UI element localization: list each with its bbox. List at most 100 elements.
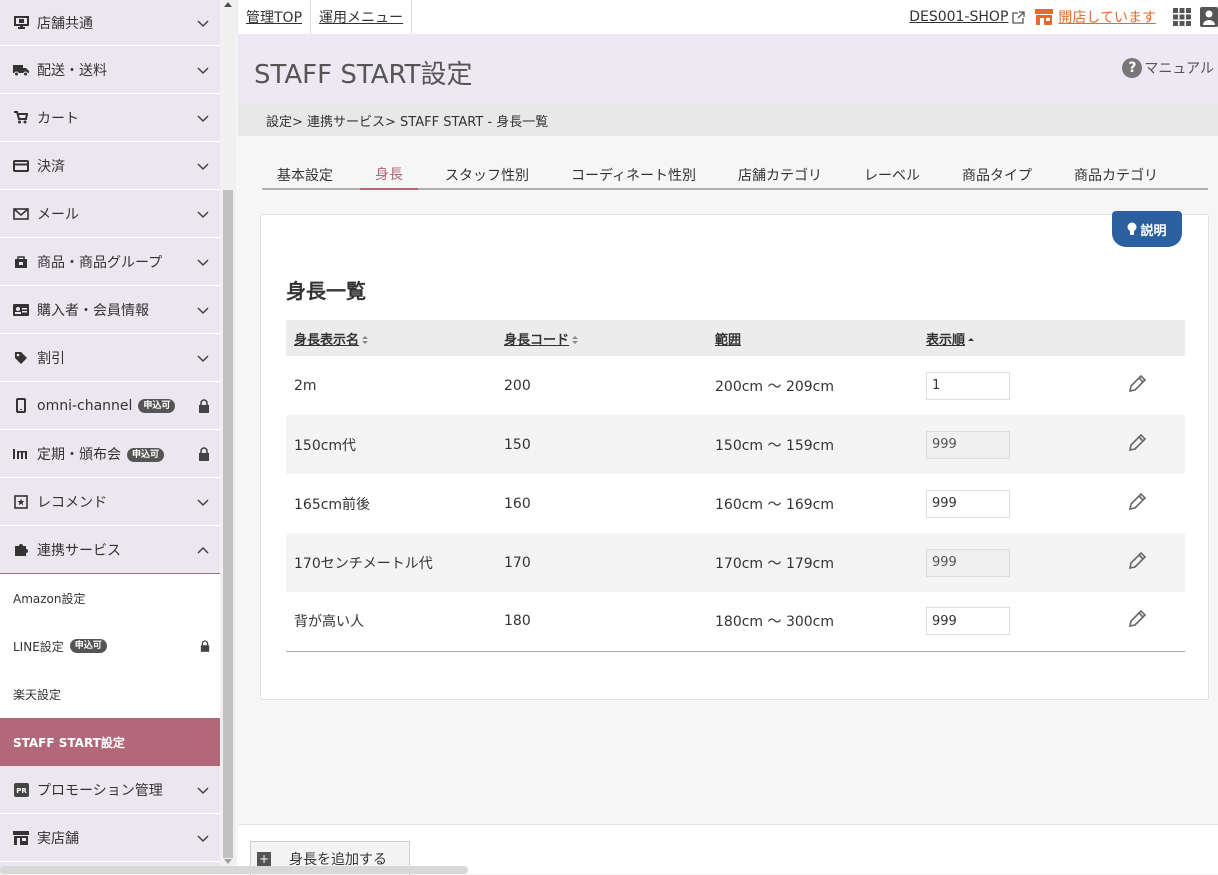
page-header: STAFF START設定 ? マニュアル	[238, 34, 1218, 104]
help-question-icon: ?	[1122, 58, 1143, 78]
table-row: 165cm前後 160 160cm 〜 169cm	[286, 474, 1185, 533]
sidebar-subitem-line[interactable]: LINE設定 申込可	[0, 622, 220, 670]
cell-range: 160cm 〜 169cm	[715, 496, 835, 513]
order-input[interactable]	[926, 489, 1010, 518]
sidebar-item-cart[interactable]: カート	[0, 94, 220, 142]
sidebar-item-recommend[interactable]: レコメンド	[0, 478, 220, 526]
sidebar-item-label: メール	[37, 206, 79, 223]
tab-product-category[interactable]: 商品カテゴリ	[1059, 160, 1173, 190]
id-card-icon	[12, 302, 30, 318]
chevron-down-icon	[197, 354, 209, 362]
edit-pencil-icon[interactable]	[1126, 491, 1148, 513]
sidebar-subitem-rakuten[interactable]: 楽天設定	[0, 670, 220, 718]
scroll-down-arrow[interactable]	[224, 859, 232, 864]
chevron-down-icon	[197, 786, 209, 794]
monitor-icon	[12, 15, 30, 31]
cell-code: 170	[496, 533, 707, 592]
shop-link[interactable]: DES001-SHOP	[909, 9, 1008, 25]
cell-code: 150	[496, 415, 707, 474]
scroll-up-arrow[interactable]	[224, 2, 232, 7]
tab-height[interactable]: 身長	[360, 160, 418, 190]
cell-code: 180	[496, 592, 707, 652]
order-input[interactable]	[926, 607, 1010, 636]
sidebar-item-promotion[interactable]: PR プロモーション管理	[0, 766, 220, 814]
sidebar-item-mail[interactable]: メール	[0, 190, 220, 238]
tab-store-category[interactable]: 店舗カテゴリ	[723, 160, 837, 190]
sidebar-subitem-staff-start[interactable]: STAFF START設定	[0, 718, 220, 766]
edit-pencil-icon[interactable]	[1126, 373, 1148, 395]
open-status-link[interactable]: 開店しています	[1035, 7, 1156, 27]
column-header-code[interactable]: 身長コード	[496, 320, 707, 356]
chevron-down-icon	[197, 162, 209, 170]
chevron-down-icon	[197, 210, 209, 218]
sort-asc-icon	[968, 338, 975, 341]
external-link-icon	[1012, 10, 1026, 24]
open-status-text: 開店しています	[1058, 10, 1156, 26]
tab-label[interactable]: レーベル	[849, 160, 935, 190]
sidebar-item-label: omni-channel	[37, 397, 133, 414]
sidebar-scrollbar[interactable]	[220, 0, 236, 874]
scrollbar-thumb[interactable]	[223, 190, 233, 858]
cell-name: 2m	[294, 377, 317, 394]
sidebar-item-integrations[interactable]: 連携サービス	[0, 526, 220, 574]
tab-staff-gender[interactable]: スタッフ性別	[430, 160, 544, 190]
product-icon	[12, 254, 30, 270]
help-badge[interactable]: 説明	[1112, 211, 1182, 247]
shop-icon	[1035, 9, 1054, 25]
sidebar-item-label: レコメンド	[37, 494, 107, 511]
truck-icon	[12, 62, 30, 78]
table-row: 150cm代 150 150cm 〜 159cm	[286, 415, 1185, 474]
cell-name: 165cm前後	[294, 496, 371, 513]
cell-range: 170cm 〜 179cm	[707, 533, 918, 592]
edit-pencil-icon[interactable]	[1126, 550, 1148, 572]
chevron-down-icon	[197, 19, 209, 27]
order-input[interactable]	[926, 371, 1010, 400]
sidebar-item-customers[interactable]: 購入者・会員情報	[0, 286, 220, 334]
table-header-row: 身長表示名 身長コード 範囲 表示順	[286, 320, 1185, 356]
cell-name: 170センチメートル代	[286, 533, 496, 592]
sort-icon	[362, 336, 369, 344]
sidebar-item-products[interactable]: 商品・商品グループ	[0, 238, 220, 286]
sidebar-subitem-label: LINE設定	[13, 639, 64, 654]
sidebar-item-payment[interactable]: 決済	[0, 142, 220, 190]
apply-badge: 申込可	[127, 447, 165, 462]
svg-text:PR: PR	[16, 787, 27, 795]
lock-icon	[199, 398, 209, 413]
cell-name: 150cm代	[286, 415, 496, 474]
sidebar-subitem-label: Amazon設定	[13, 591, 86, 606]
user-icon[interactable]	[1200, 7, 1218, 27]
sidebar-item-shop-common[interactable]: 店舗共通	[0, 0, 220, 46]
plus-icon: +	[257, 851, 271, 866]
ops-menu-link[interactable]: 運用メニュー	[311, 0, 413, 34]
cell-range: 180cm 〜 300cm	[707, 592, 918, 652]
sidebar-item-physical-store[interactable]: 実店舗	[0, 814, 220, 862]
tab-coordinate-gender[interactable]: コーディネート性別	[556, 160, 711, 190]
page-title: STAFF START設定	[254, 60, 473, 90]
cell-name: 背が高い人	[286, 592, 496, 652]
edit-pencil-icon[interactable]	[1126, 608, 1148, 630]
tab-basic-settings[interactable]: 基本設定	[262, 160, 348, 190]
sidebar-item-subscription[interactable]: 定期・頒布会 申込可	[0, 430, 220, 478]
order-input[interactable]	[926, 548, 1010, 577]
order-input[interactable]	[926, 430, 1010, 459]
chevron-down-icon	[197, 306, 209, 314]
horizontal-scrollbar[interactable]	[0, 866, 468, 874]
chevron-up-icon	[197, 546, 209, 554]
section-title: 身長一覧	[286, 279, 366, 303]
calendar-icon	[12, 446, 30, 462]
sidebar-item-omni-channel[interactable]: omni-channel 申込可	[0, 382, 220, 430]
column-header-name[interactable]: 身長表示名	[286, 320, 496, 356]
tab-product-type[interactable]: 商品タイプ	[947, 160, 1047, 190]
grid-menu-icon[interactable]	[1172, 7, 1192, 27]
chevron-down-icon	[197, 258, 209, 266]
edit-pencil-icon[interactable]	[1126, 432, 1148, 454]
sidebar-item-shipping[interactable]: 配送・送料	[0, 46, 220, 94]
apply-badge: 申込可	[138, 398, 176, 413]
column-header-order[interactable]: 表示順	[918, 320, 1118, 356]
manual-link[interactable]: ? マニュアル	[1122, 58, 1214, 78]
sidebar-item-discount[interactable]: 割引	[0, 334, 220, 382]
sidebar-subitem-amazon[interactable]: Amazon設定	[0, 574, 220, 622]
top-bar: 管理TOP 運用メニュー DES001-SHOP 開店しています	[238, 0, 1218, 34]
credit-card-icon	[12, 158, 30, 174]
admin-top-link[interactable]: 管理TOP	[238, 0, 312, 34]
